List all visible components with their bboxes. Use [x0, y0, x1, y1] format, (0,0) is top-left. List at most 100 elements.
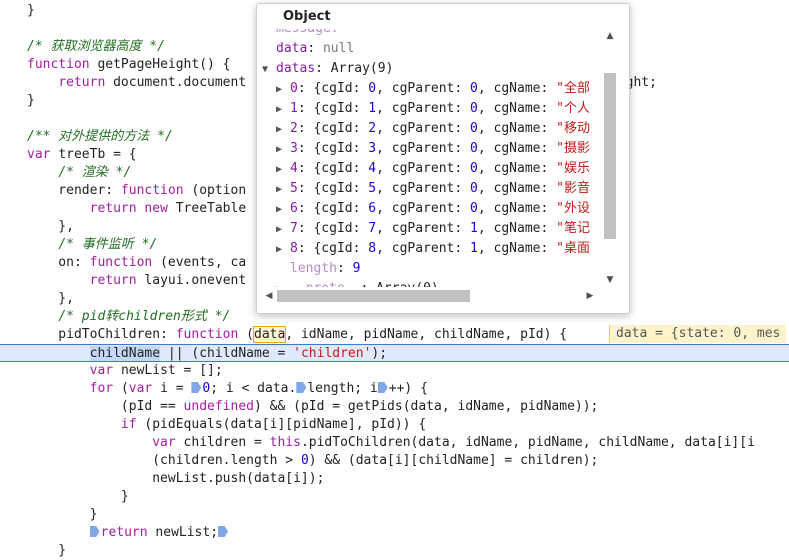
inline-breakpoint-icon[interactable] [191, 382, 202, 393]
collapsed-arrow-icon[interactable]: ▶ [276, 240, 290, 260]
tree-row[interactable]: ▶ 0: {cgId: 0, cgParent: 0, cgName: "全部 [276, 79, 590, 99]
tree-row-text: 2 [368, 121, 377, 136]
tree-row[interactable]: ▶ 7: {cgId: 7, cgParent: 1, cgName: "笔记 [276, 219, 590, 239]
vertical-scroll-thumb[interactable] [604, 73, 616, 239]
object-tree[interactable]: message:data: null▼datas: Array(9)▶0: {c… [257, 29, 602, 287]
collapsed-arrow-icon[interactable]: ▶ [276, 280, 290, 287]
collapsed-arrow-icon[interactable]: ▶ [276, 80, 290, 100]
collapsed-arrow-icon[interactable]: ▶ [276, 160, 290, 180]
code-token: var [27, 147, 59, 162]
code-token: return new [89, 201, 176, 216]
scroll-down-icon[interactable]: ▼ [602, 273, 618, 287]
tree-row-text: , cgName: [477, 241, 557, 256]
tree-row[interactable]: ▶ 1: {cgId: 1, cgParent: 0, cgName: "个人 [276, 99, 590, 119]
tree-row[interactable]: ▶__proto__: Array(0) [276, 279, 439, 287]
horizontal-scroll-thumb[interactable] [277, 290, 470, 302]
code-line: } [0, 506, 789, 524]
horizontal-scrollbar[interactable]: ◀ ▶ [257, 288, 602, 304]
collapsed-arrow-icon[interactable]: ▶ [276, 100, 290, 120]
tree-row-text: 0 [470, 201, 478, 216]
tree-row-text: 0 [470, 161, 478, 176]
tree-row-text: length [290, 261, 337, 276]
code-token: ( [120, 381, 129, 396]
code-line: (children.length > 0) && (data[i][childN… [0, 452, 789, 470]
inline-breakpoint-icon[interactable] [377, 382, 388, 393]
popover-title: Object [283, 9, 331, 24]
code-token: childName [89, 346, 161, 361]
tree-row[interactable]: ▶ 8: {cgId: 8, cgParent: 1, cgName: "桌面 [276, 239, 590, 259]
collapsed-arrow-icon[interactable]: ▶ [276, 180, 290, 200]
tree-row-text: 5 [368, 181, 377, 196]
inline-breakpoint-icon[interactable] [296, 382, 307, 393]
tree-row-text: : {cgId: [297, 241, 369, 256]
tree-row-text: message: [276, 29, 339, 36]
tree-row-text: , cgName: [477, 101, 557, 116]
tree-row-text: 5 [290, 181, 298, 196]
code-token: /** 对外提供的方法 */ [27, 129, 173, 144]
code-token: layui.onevent [144, 273, 247, 288]
code-line: var newList = []; [0, 362, 789, 380]
scroll-up-icon[interactable]: ▲ [602, 29, 618, 43]
tree-row-text: , cgName: [477, 81, 557, 96]
tree-row-text: "影音 [556, 181, 590, 196]
tree-row-text: 0 [470, 141, 478, 156]
code-token: 'children' [293, 346, 372, 361]
code-token: } [27, 3, 35, 18]
code-token: (option [191, 183, 247, 198]
code-token: pidToChildren: [27, 327, 176, 342]
code-token: }, [27, 219, 74, 234]
collapsed-arrow-icon[interactable]: ▶ [276, 220, 290, 240]
code-line: for (var i = 0; i < data. length; i ++) { [0, 380, 789, 398]
tree-row[interactable]: ▶ 2: {cgId: 2, cgParent: 0, cgName: "移动 [276, 119, 590, 139]
tree-row-text: 6 [368, 201, 377, 216]
tree-row-text: : Array(9) [315, 61, 394, 76]
code-token: children = [183, 435, 270, 450]
tree-row-text: : [307, 41, 323, 56]
tree-row-text: "笔记 [556, 221, 590, 236]
tree-row[interactable]: ▶ 4: {cgId: 4, cgParent: 0, cgName: "娱乐 [276, 159, 590, 179]
tree-row-text: __proto__ [290, 281, 360, 287]
code-token: function [120, 183, 192, 198]
tree-row-text: , cgParent: [376, 241, 471, 256]
code-token: ++) { [388, 381, 428, 396]
code-token: function [89, 255, 161, 270]
vertical-scrollbar[interactable]: ▲ ▼ [602, 29, 618, 287]
scroll-right-icon[interactable]: ▶ [582, 288, 598, 304]
code-token: on: [27, 255, 90, 270]
code-token: 0 [300, 453, 309, 468]
code-token: function [175, 327, 247, 342]
tree-row-text: "外设 [556, 201, 590, 216]
collapsed-arrow-icon[interactable]: ▶ [276, 200, 290, 220]
scroll-left-icon[interactable]: ◀ [261, 288, 277, 304]
tree-row[interactable]: ▼ datas: Array(9) [262, 59, 393, 79]
code-line: } [0, 488, 789, 506]
tree-row[interactable]: ▶ 3: {cgId: 3, cgParent: 0, cgName: "摄影 [276, 139, 590, 159]
expanded-arrow-icon[interactable]: ▼ [262, 60, 276, 80]
tree-row[interactable]: ▶ 5: {cgId: 5, cgParent: 0, cgName: "影音 [276, 179, 590, 199]
collapsed-arrow-icon[interactable]: ▶ [276, 120, 290, 140]
code-token: if [120, 417, 145, 432]
code-token: (pId == [27, 399, 184, 414]
tree-row-text: "娱乐 [556, 161, 590, 176]
tree-row[interactable]: ▶ 6: {cgId: 6, cgParent: 0, cgName: "外设 [276, 199, 590, 219]
tree-row-text: 3 [290, 141, 298, 156]
code-line: return newList; [0, 524, 789, 542]
code-token: ) && (data[i][childName] = children); [308, 453, 599, 468]
tree-row-text: , cgName: [477, 181, 557, 196]
collapsed-arrow-icon[interactable]: ▶ [276, 140, 290, 160]
code-token: document.document [113, 75, 247, 90]
inline-breakpoint-icon[interactable] [218, 526, 229, 537]
inline-breakpoint-icon[interactable] [89, 526, 100, 537]
code-token: (events, ca [160, 255, 247, 270]
tree-row-text: "个人 [556, 101, 590, 116]
code-token: } [27, 489, 129, 504]
tree-row-text: , cgName: [477, 201, 557, 216]
tree-row-text: 0 [470, 121, 478, 136]
tree-row-text: , cgParent: [376, 141, 471, 156]
code-token: newList = []; [120, 363, 223, 378]
object-preview-popover[interactable]: Object message:data: null▼datas: Array(9… [256, 3, 630, 314]
